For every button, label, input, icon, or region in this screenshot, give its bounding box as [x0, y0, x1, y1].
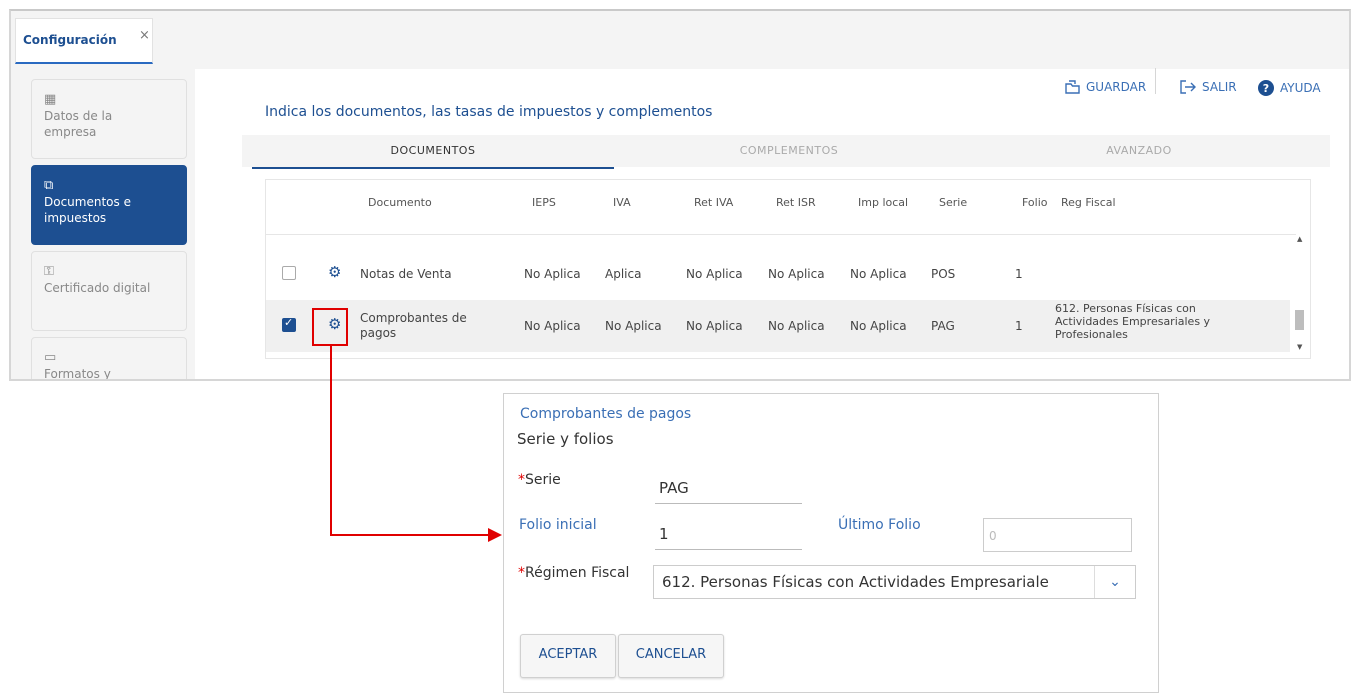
building-icon: ▦ [44, 92, 57, 107]
dialog-title: Comprobantes de pagos [520, 406, 692, 422]
serie-folios-dialog: Comprobantes de pagos Serie y folios *Se… [503, 393, 1159, 693]
regimen-fiscal-value: 612. Personas Físicas con Actividades Em… [662, 573, 1049, 591]
cell-imp-local: No Aplica [850, 319, 907, 333]
gear-highlight-box [312, 308, 348, 346]
cell-ieps: No Aplica [524, 267, 581, 281]
column-header: Folio [1022, 196, 1048, 209]
regimen-fiscal-label: *Régimen Fiscal [518, 565, 629, 581]
serie-label: *Serie [518, 472, 561, 488]
serie-input[interactable]: PAG [655, 472, 802, 504]
save-icon [1065, 80, 1080, 94]
page-subtitle: Indica los documentos, las tasas de impu… [265, 104, 713, 120]
cell-iva: Aplica [605, 267, 642, 281]
ultimo-folio-input[interactable]: 0 [983, 518, 1132, 552]
column-header: Reg Fiscal [1061, 196, 1116, 209]
dialog-subtitle: Serie y folios [517, 430, 614, 448]
save-button[interactable]: GUARDAR [1065, 80, 1146, 94]
tab-strip: Configuración × [11, 11, 1349, 69]
column-header: Documento [368, 196, 432, 209]
cell-imp-local: No Aplica [850, 267, 907, 281]
help-icon: ? [1258, 80, 1274, 96]
scrollbar-thumb[interactable] [1295, 310, 1304, 330]
sidebar-item-label: Formatos y [44, 367, 111, 381]
logout-icon [1180, 80, 1196, 94]
serie-label-text: Serie [525, 472, 561, 488]
sidebar-item-formatos[interactable]: ▭ Formatos y [31, 337, 187, 381]
document-tabs: DOCUMENTOS COMPLEMENTOS AVANZADO [242, 135, 1330, 169]
help-button[interactable]: ? AYUDA [1258, 80, 1321, 96]
toolbar-divider [1155, 68, 1156, 94]
sidebar-item-label: Documentos e impuestos [44, 195, 131, 225]
annotation-arrow-horizontal [330, 534, 490, 536]
header-divider [266, 234, 1296, 235]
cell-documento: Comprobantes de pagos [360, 311, 467, 340]
folio-inicial-label: Folio inicial [519, 517, 597, 533]
help-label: AYUDA [1280, 81, 1321, 95]
row-checkbox[interactable] [282, 316, 296, 332]
cell-ret-iva: No Aplica [686, 267, 743, 281]
save-label: GUARDAR [1086, 80, 1147, 94]
table-row[interactable]: ⚙ Notas de Venta No Aplica Aplica No Apl… [266, 252, 1290, 298]
table-scrollbar[interactable]: ▲ ▼ [1293, 235, 1307, 353]
cell-folio: 1 [1015, 319, 1023, 333]
column-header: Ret IVA [694, 196, 734, 209]
regimen-label-text: Régimen Fiscal [525, 565, 630, 581]
cell-serie: POS [931, 267, 956, 281]
column-header: Imp local [858, 196, 909, 209]
cell-ret-isr: No Aplica [768, 267, 825, 281]
sidebar-item-label: Certificado digital [44, 281, 151, 295]
folio-inicial-input[interactable]: 1 [655, 518, 802, 550]
table-row[interactable]: ⚙ Comprobantes de pagos No Aplica No Apl… [266, 300, 1290, 352]
column-header: IEPS [532, 196, 556, 209]
tab-complementos[interactable]: COMPLEMENTOS [614, 135, 964, 167]
svg-text:?: ? [1263, 82, 1269, 95]
sidebar-item-label: Datos de la empresa [44, 109, 113, 139]
row-checkbox[interactable] [282, 266, 296, 280]
documents-icon: ⧉ [44, 178, 54, 193]
sidebar-item-datos-empresa[interactable]: ▦ Datos de la empresa [31, 79, 187, 159]
sidebar: ▦ Datos de la empresa ⧉ Documentos e imp… [11, 69, 195, 381]
cell-iva: No Aplica [605, 319, 662, 333]
certificate-icon: ⚿ [44, 264, 54, 279]
required-mark: * [518, 565, 525, 581]
cell-documento: Notas de Venta [360, 267, 452, 281]
scroll-down-icon[interactable]: ▼ [1297, 343, 1302, 351]
cell-serie: PAG [931, 319, 955, 333]
tab-label: Configuración [23, 33, 117, 47]
annotation-arrow-head [488, 528, 502, 542]
column-header: Ret ISR [776, 196, 816, 209]
scroll-up-icon[interactable]: ▲ [1297, 235, 1302, 243]
cell-reg-fiscal: 612. Personas Físicas con Actividades Em… [1055, 302, 1211, 341]
exit-button[interactable]: SALIR [1180, 80, 1237, 94]
regimen-fiscal-select[interactable]: 612. Personas Físicas con Actividades Em… [653, 565, 1136, 599]
sidebar-item-certificado-digital[interactable]: ⚿ Certificado digital [31, 251, 187, 331]
annotation-arrow-vertical [330, 346, 332, 536]
cell-ret-isr: No Aplica [768, 319, 825, 333]
cell-ieps: No Aplica [524, 319, 581, 333]
accept-button[interactable]: ACEPTAR [520, 634, 616, 678]
sidebar-item-documentos-impuestos[interactable]: ⧉ Documentos e impuestos [31, 165, 187, 245]
ultimo-folio-label: Último Folio [838, 517, 921, 533]
tab-configuracion[interactable]: Configuración × [15, 18, 153, 64]
cancel-button[interactable]: CANCELAR [618, 634, 724, 678]
close-icon[interactable]: × [139, 28, 150, 43]
column-header: IVA [613, 196, 631, 209]
required-mark: * [518, 472, 525, 488]
format-icon: ▭ [44, 350, 57, 365]
tab-avanzado[interactable]: AVANZADO [964, 135, 1314, 167]
exit-label: SALIR [1202, 80, 1237, 94]
chevron-down-icon[interactable]: ⌄ [1094, 566, 1135, 598]
cell-ret-iva: No Aplica [686, 319, 743, 333]
documents-table: Documento IEPS IVA Ret IVA Ret ISR Imp l… [265, 179, 1311, 359]
gear-icon[interactable]: ⚙ [328, 263, 341, 281]
tab-documentos[interactable]: DOCUMENTOS [252, 135, 614, 169]
column-header: Serie [939, 196, 968, 209]
cell-folio: 1 [1015, 267, 1023, 281]
